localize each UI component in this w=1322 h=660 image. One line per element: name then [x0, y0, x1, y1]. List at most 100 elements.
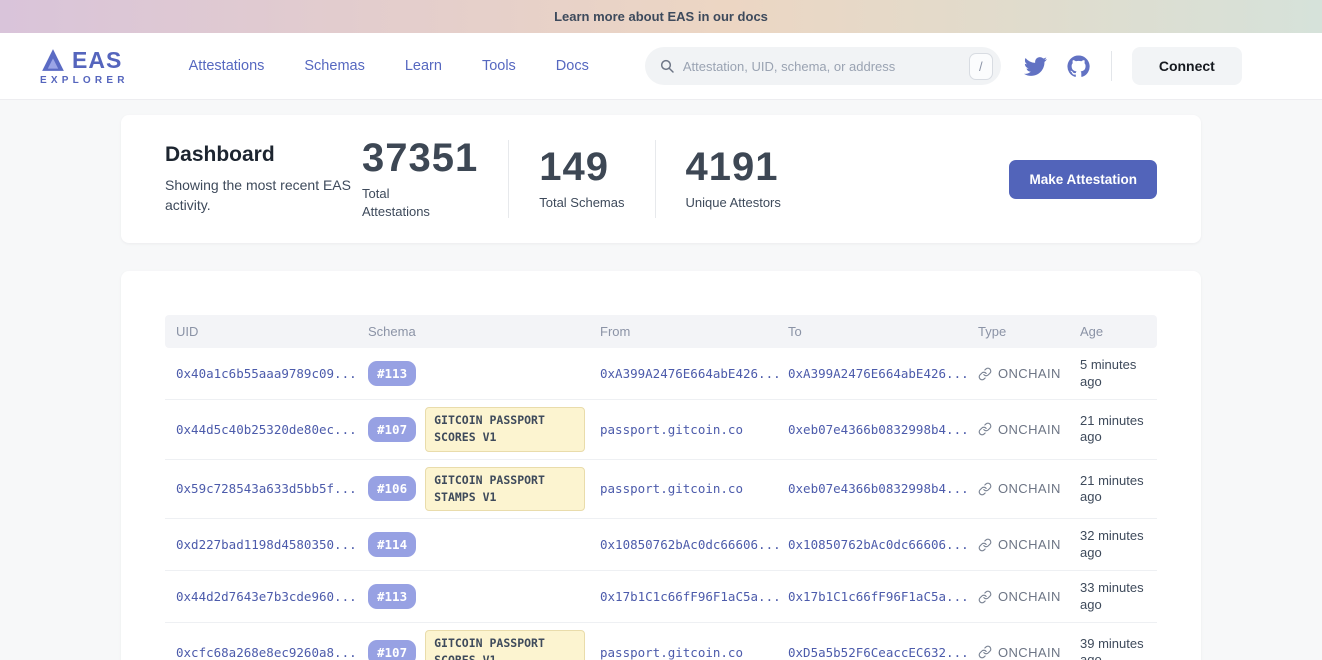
stat-label: Total Schemas — [539, 194, 624, 212]
table-body: 0x40a1c6b55aaa9789c09... #113 0xA399A247… — [165, 348, 1157, 660]
stats-row: 37351 Total Attestations 149 Total Schem… — [358, 138, 785, 220]
from-address-link[interactable]: passport.gitcoin.co — [589, 645, 777, 660]
type-label: ONCHAIN — [998, 366, 1061, 381]
eas-triangle-icon — [40, 47, 66, 73]
make-attestation-button[interactable]: Make Attestation — [1009, 160, 1157, 199]
connect-button[interactable]: Connect — [1132, 47, 1242, 85]
uid-link[interactable]: 0x44d2d7643e7b3cde960... — [165, 589, 357, 604]
column-header-from: From — [589, 324, 777, 339]
type-cell: ONCHAIN — [967, 366, 1069, 381]
link-icon — [978, 590, 992, 604]
to-address-link[interactable]: 0x10850762bAc0dc66606... — [777, 537, 967, 552]
stat-value: 4191 — [686, 147, 781, 187]
main-content: Dashboard Showing the most recent EAS ac… — [0, 100, 1322, 660]
to-address-link[interactable]: 0xeb07e4366b0832998b4... — [777, 481, 967, 496]
type-label: ONCHAIN — [998, 537, 1061, 552]
table-row[interactable]: 0xd227bad1198d4580350... #114 0x10850762… — [165, 519, 1157, 571]
docs-banner-text[interactable]: Learn more about EAS in our docs — [554, 9, 768, 24]
to-address-link[interactable]: 0xA399A2476E664abE426... — [777, 366, 967, 381]
uid-link[interactable]: 0xd227bad1198d4580350... — [165, 537, 357, 552]
type-label: ONCHAIN — [998, 589, 1061, 604]
schema-cell: #107 GITCOIN PASSPORT SCORES V1 — [357, 407, 589, 452]
schema-id-badge[interactable]: #114 — [368, 532, 416, 557]
to-address-link[interactable]: 0xD5a5b52F6CeaccEC632... — [777, 645, 967, 660]
table-row[interactable]: 0x44d5c40b25320de80ec... #107 GITCOIN PA… — [165, 400, 1157, 460]
dashboard-card: Dashboard Showing the most recent EAS ac… — [121, 115, 1201, 243]
nav-tools[interactable]: Tools — [482, 58, 516, 74]
table-row[interactable]: 0x40a1c6b55aaa9789c09... #113 0xA399A247… — [165, 348, 1157, 400]
schema-cell: #107 GITCOIN PASSPORT SCORES V1 — [357, 630, 589, 660]
schema-name-tag[interactable]: GITCOIN PASSPORT SCORES V1 — [425, 407, 585, 452]
page-subtitle: Showing the most recent EAS activity. — [165, 175, 358, 216]
logo-wordmark: EAS — [72, 47, 122, 74]
link-icon — [978, 482, 992, 496]
age-label: 21 minutes ago — [1069, 413, 1159, 446]
from-address-link[interactable]: 0x17b1C1c66fF96F1aC5a... — [589, 589, 777, 604]
stat-divider — [655, 140, 656, 218]
nav-docs[interactable]: Docs — [556, 58, 589, 74]
age-label: 21 minutes ago — [1069, 473, 1159, 506]
stat-value: 149 — [539, 147, 624, 187]
table-header-row: UID Schema From To Type Age — [165, 315, 1157, 348]
column-header-schema: Schema — [357, 324, 589, 339]
type-label: ONCHAIN — [998, 422, 1061, 437]
schema-cell: #113 — [357, 584, 589, 609]
type-cell: ONCHAIN — [967, 481, 1069, 496]
type-cell: ONCHAIN — [967, 589, 1069, 604]
link-icon — [978, 645, 992, 659]
to-address-link[interactable]: 0x17b1C1c66fF96F1aC5a... — [777, 589, 967, 604]
search-bar[interactable]: / — [645, 47, 1001, 85]
from-address-link[interactable]: 0x10850762bAc0dc66606... — [589, 537, 777, 552]
from-address-link[interactable]: passport.gitcoin.co — [589, 422, 777, 437]
from-address-link[interactable]: passport.gitcoin.co — [589, 481, 777, 496]
type-cell: ONCHAIN — [967, 645, 1069, 660]
stat-label: Total Attestations — [362, 185, 450, 220]
stat-divider — [508, 140, 509, 218]
age-label: 32 minutes ago — [1069, 528, 1159, 561]
uid-link[interactable]: 0x59c728543a633d5bb5f... — [165, 481, 357, 496]
age-label: 33 minutes ago — [1069, 580, 1159, 613]
type-label: ONCHAIN — [998, 645, 1061, 660]
age-label: 39 minutes ago — [1069, 636, 1159, 660]
schema-id-badge[interactable]: #113 — [368, 584, 416, 609]
table-row[interactable]: 0xcfc68a268e8ec9260a8... #107 GITCOIN PA… — [165, 623, 1157, 660]
table-row[interactable]: 0x44d2d7643e7b3cde960... #113 0x17b1C1c6… — [165, 571, 1157, 623]
type-cell: ONCHAIN — [967, 422, 1069, 437]
schema-cell: #106 GITCOIN PASSPORT STAMPS V1 — [357, 467, 589, 512]
table-row[interactable]: 0x59c728543a633d5bb5f... #106 GITCOIN PA… — [165, 460, 1157, 520]
schema-name-tag[interactable]: GITCOIN PASSPORT STAMPS V1 — [425, 467, 585, 512]
search-icon — [659, 58, 675, 74]
column-header-uid: UID — [165, 324, 357, 339]
schema-id-badge[interactable]: #113 — [368, 361, 416, 386]
nav-learn[interactable]: Learn — [405, 58, 442, 74]
schema-id-badge[interactable]: #106 — [368, 476, 416, 501]
schema-id-badge[interactable]: #107 — [368, 417, 416, 442]
uid-link[interactable]: 0x40a1c6b55aaa9789c09... — [165, 366, 357, 381]
from-address-link[interactable]: 0xA399A2476E664abE426... — [589, 366, 777, 381]
stat-value: 37351 — [362, 138, 478, 178]
to-address-link[interactable]: 0xeb07e4366b0832998b4... — [777, 422, 967, 437]
github-icon[interactable] — [1066, 54, 1091, 79]
stat-total-attestations: 37351 Total Attestations — [358, 138, 482, 220]
eas-logo[interactable]: EAS EXPLORER — [40, 47, 129, 86]
nav-attestations[interactable]: Attestations — [189, 58, 265, 74]
stat-unique-attestors: 4191 Unique Attestors — [682, 147, 785, 212]
uid-link[interactable]: 0xcfc68a268e8ec9260a8... — [165, 645, 357, 660]
twitter-icon[interactable] — [1023, 54, 1048, 79]
uid-link[interactable]: 0x44d5c40b25320de80ec... — [165, 422, 357, 437]
schema-name-tag[interactable]: GITCOIN PASSPORT SCORES V1 — [425, 630, 585, 660]
column-header-type: Type — [967, 324, 1069, 339]
nav-schemas[interactable]: Schemas — [304, 58, 364, 74]
column-header-to: To — [777, 324, 967, 339]
docs-banner[interactable]: Learn more about EAS in our docs — [0, 0, 1322, 33]
link-icon — [978, 367, 992, 381]
attestations-table-card: UID Schema From To Type Age 0x40a1c6b55a… — [121, 271, 1201, 660]
stat-label: Unique Attestors — [686, 194, 781, 212]
page-title: Dashboard — [165, 143, 358, 167]
social-links — [1023, 54, 1091, 79]
stat-total-schemas: 149 Total Schemas — [535, 147, 628, 212]
search-input[interactable] — [683, 59, 969, 74]
logo-subtitle: EXPLORER — [40, 75, 129, 86]
search-shortcut-key: / — [969, 53, 993, 80]
schema-id-badge[interactable]: #107 — [368, 640, 416, 660]
